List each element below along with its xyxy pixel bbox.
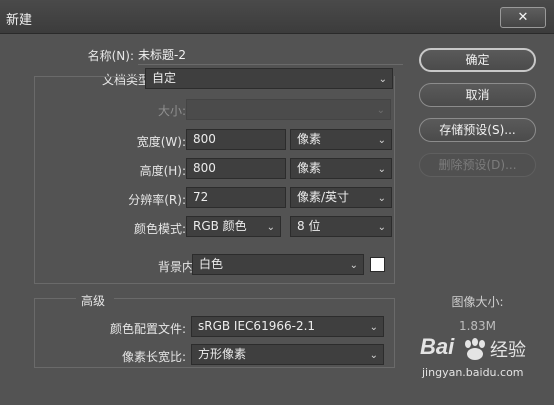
color-profile-select[interactable]: sRGB IEC61966-2.1 ⌄	[191, 316, 384, 337]
width-input[interactable]: 800	[186, 129, 286, 150]
close-button[interactable]: ✕	[500, 7, 546, 28]
chevron-down-icon: ⌄	[377, 222, 386, 233]
width-label: 宽度(W):	[136, 135, 186, 149]
width-unit-select[interactable]: 像素 ⌄	[290, 129, 392, 150]
background-value: 白色	[199, 257, 224, 271]
advanced-group-top-right	[114, 298, 395, 299]
resolution-input[interactable]: 72	[186, 187, 286, 208]
watermark-brand: Bai	[420, 334, 455, 359]
preset-group-top-left	[34, 76, 142, 77]
watermark-brand2: 经验	[490, 340, 526, 361]
resolution-value: 72	[193, 190, 209, 204]
resolution-unit-value: 像素/英寸	[297, 190, 350, 204]
width-unit-value: 像素	[297, 132, 322, 146]
ok-button[interactable]: 确定	[419, 48, 536, 72]
color-mode-value: RGB 颜色	[193, 219, 247, 233]
background-select[interactable]: 白色 ⌄	[192, 254, 364, 275]
cancel-button[interactable]: 取消	[419, 83, 536, 107]
pixel-aspect-select[interactable]: 方形像素 ⌄	[191, 344, 384, 365]
bit-depth-select[interactable]: 8 位 ⌄	[290, 216, 392, 237]
chevron-down-icon: ⌄	[369, 322, 378, 333]
chevron-down-icon: ⌄	[349, 260, 358, 271]
advanced-group-top-left	[34, 298, 76, 299]
chevron-down-icon: ⌄	[377, 164, 386, 175]
new-document-dialog: 名称(N): 未标题-2 文档类型: 自定 ⌄ 大小: ⌄ 宽度(W): 800…	[14, 34, 554, 405]
pixel-aspect-label: 像素长宽比:	[121, 350, 186, 364]
height-unit-value: 像素	[297, 161, 322, 175]
background-color-swatch[interactable]	[370, 257, 385, 272]
chevron-down-icon: ⌄	[266, 222, 275, 233]
advanced-label: 高级	[81, 294, 106, 308]
color-mode-label: 颜色模式:	[133, 222, 186, 236]
name-input[interactable]: 未标题-2	[138, 45, 403, 65]
color-profile-label: 颜色配置文件:	[109, 322, 186, 336]
delete-preset-button[interactable]: 删除预设(D)...	[419, 153, 536, 177]
watermark-url: jingyan.baidu.com	[422, 366, 524, 379]
resolution-unit-select[interactable]: 像素/英寸 ⌄	[290, 187, 392, 208]
pixel-aspect-value: 方形像素	[198, 347, 247, 361]
image-size-label: 图像大小:	[451, 295, 504, 309]
baidu-jingyan-watermark: Bai 经验 jingyan.baidu.com	[420, 334, 544, 394]
chevron-down-icon: ⌄	[369, 350, 378, 361]
resolution-label: 分辨率(R):	[128, 193, 186, 207]
color-mode-select[interactable]: RGB 颜色 ⌄	[186, 216, 281, 237]
chevron-down-icon: ⌄	[376, 105, 385, 116]
paw-icon	[465, 338, 485, 360]
size-select[interactable]: ⌄	[186, 99, 391, 120]
height-unit-select[interactable]: 像素 ⌄	[290, 158, 392, 179]
bit-depth-value: 8 位	[297, 219, 321, 233]
name-label: 名称(N):	[87, 49, 134, 63]
width-value: 800	[193, 132, 216, 146]
size-label: 大小:	[157, 104, 186, 118]
height-value: 800	[193, 161, 216, 175]
image-size-value: 1.83M	[458, 319, 497, 333]
height-label: 高度(H):	[139, 164, 186, 178]
chevron-down-icon: ⌄	[377, 193, 386, 204]
name-value: 未标题-2	[138, 48, 186, 62]
chevron-down-icon: ⌄	[377, 135, 386, 146]
window-title: 新建	[6, 13, 33, 28]
close-icon: ✕	[517, 10, 529, 25]
color-profile-value: sRGB IEC61966-2.1	[198, 319, 316, 333]
title-bar: 新建 ✕	[0, 0, 554, 34]
height-input[interactable]: 800	[186, 158, 286, 179]
save-preset-button[interactable]: 存储预设(S)...	[419, 118, 536, 142]
